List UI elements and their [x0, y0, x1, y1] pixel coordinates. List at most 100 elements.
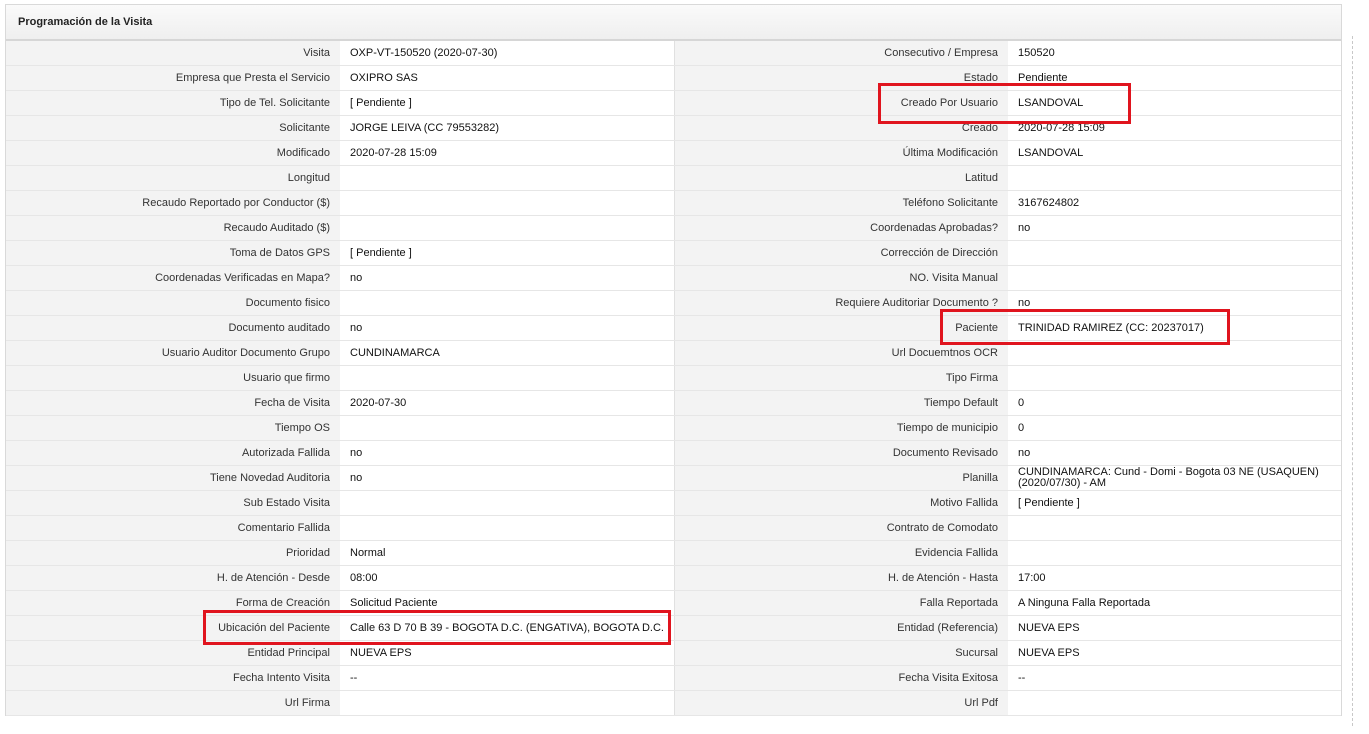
field-label: Contrato de Comodato — [673, 515, 1008, 541]
field-value — [1008, 690, 1341, 716]
highlight-paciente — [940, 309, 1230, 345]
field-value: JORGE LEIVA (CC 79553282) — [340, 115, 674, 141]
field-label: Url Pdf — [673, 690, 1008, 716]
field-label: Fecha Visita Exitosa — [673, 665, 1008, 691]
table-row: Prioridad Normal Evidencia Fallida — [6, 540, 1341, 566]
field-value — [340, 290, 674, 316]
field-label: Teléfono Solicitante — [673, 190, 1008, 216]
field-label: Tiempo OS — [6, 415, 340, 441]
field-label: Recaudo Reportado por Conductor ($) — [6, 190, 340, 216]
field-value: LSANDOVAL — [1008, 140, 1341, 166]
field-value: no — [1008, 215, 1341, 241]
field-value: 2020-07-30 — [340, 390, 674, 416]
field-label: Falla Reportada — [673, 590, 1008, 616]
table-row: H. de Atención - Desde 08:00 H. de Atenció… — [6, 565, 1341, 591]
field-value — [340, 215, 674, 241]
field-value: -- — [340, 665, 674, 691]
field-value: [ Pendiente ] — [340, 240, 674, 266]
field-label: H. de Atención - Desde — [6, 565, 340, 591]
field-value — [340, 490, 674, 516]
table-row: Empresa que Presta el Servicio OXIPRO SAS… — [6, 65, 1341, 91]
field-label: Planilla — [673, 465, 1008, 491]
field-label: Toma de Datos GPS — [6, 240, 340, 266]
field-value: 2020-07-28 15:09 — [340, 140, 674, 166]
field-value — [1008, 365, 1341, 391]
field-label: NO. Visita Manual — [673, 265, 1008, 291]
field-label: Sucursal — [673, 640, 1008, 666]
field-value — [340, 690, 674, 716]
table-row: Visita OXP-VT-150520 (2020-07-30) Consecut… — [6, 41, 1341, 66]
field-value: 0 — [1008, 415, 1341, 441]
field-value: 17:00 — [1008, 565, 1341, 591]
field-value: no — [340, 265, 674, 291]
field-label: Tipo Firma — [673, 365, 1008, 391]
field-value: 3167624802 — [1008, 190, 1341, 216]
field-value: OXP-VT-150520 (2020-07-30) — [340, 41, 674, 66]
field-label: Fecha Intento Visita — [6, 665, 340, 691]
field-label: Solicitante — [6, 115, 340, 141]
table-row: Tipo de Tel. Solicitante[ Pendiente ] Cre… — [6, 90, 1341, 116]
table-row: Solicitante JORGE LEIVA (CC 79553282) Crea… — [6, 115, 1341, 141]
table-row: Recaudo Auditado ($) Coordenadas Aprobada… — [6, 215, 1341, 241]
field-value: -- — [1008, 665, 1341, 691]
table-row: Recaudo Reportado por Conductor ($) Teléf… — [6, 190, 1341, 216]
field-value: NUEVA EPS — [1008, 640, 1341, 666]
table-row: Longitud Latitud — [6, 165, 1341, 191]
highlight-ubicacion-paciente — [203, 610, 671, 645]
field-value: 08:00 — [340, 565, 674, 591]
panel-title: Programación de la Visita — [6, 5, 1341, 41]
field-value: NUEVA EPS — [1008, 615, 1341, 641]
field-value — [340, 190, 674, 216]
field-value — [1008, 265, 1341, 291]
field-value: [ Pendiente ] — [340, 90, 674, 116]
table-row: Sub Estado Visita Motivo Fallida[ Pendien… — [6, 490, 1341, 516]
field-label: Motivo Fallida — [673, 490, 1008, 516]
field-label: Longitud — [6, 165, 340, 191]
field-value — [340, 365, 674, 391]
field-value — [1008, 515, 1341, 541]
field-value — [340, 165, 674, 191]
field-value — [340, 415, 674, 441]
field-label: Visita — [6, 41, 340, 66]
field-label: Evidencia Fallida — [673, 540, 1008, 566]
field-value: no — [340, 465, 674, 491]
field-label: Autorizada Fallida — [6, 440, 340, 466]
field-label: H. de Atención - Hasta — [673, 565, 1008, 591]
table-row: Url Firma Url Pdf — [6, 690, 1341, 716]
table-row: Autorizada Fallida no Documento Revisado … — [6, 440, 1341, 466]
field-label: Recaudo Auditado ($) — [6, 215, 340, 241]
field-label: Corrección de Dirección — [673, 240, 1008, 266]
field-value — [1008, 165, 1341, 191]
field-label: Modificado — [6, 140, 340, 166]
field-value: Normal — [340, 540, 674, 566]
field-value: 150520 — [1008, 41, 1341, 66]
scrollbar-track[interactable] — [1352, 36, 1353, 726]
field-label: Tiempo Default — [673, 390, 1008, 416]
field-value — [340, 515, 674, 541]
field-label: Coordenadas Aprobadas? — [673, 215, 1008, 241]
field-value: OXIPRO SAS — [340, 65, 674, 91]
table-row: Toma de Datos GPS[ Pendiente ] Corrección… — [6, 240, 1341, 266]
field-label: Documento fisico — [6, 290, 340, 316]
field-label: Documento Revisado — [673, 440, 1008, 466]
table-row: Coordenadas Verificadas en Mapa? no NO. V… — [6, 265, 1341, 291]
table-row: Modificado 2020-07-28 15:09 Última Modific… — [6, 140, 1341, 166]
field-label: Fecha de Visita — [6, 390, 340, 416]
table-row: Tiempo OS Tiempo de municipio 0 — [6, 415, 1341, 441]
field-label: Coordenadas Verificadas en Mapa? — [6, 265, 340, 291]
table-row: Tiene Novedad Auditoria no Planilla CUNDIN… — [6, 465, 1341, 491]
field-label: Url Firma — [6, 690, 340, 716]
field-value — [1008, 540, 1341, 566]
field-value — [1008, 240, 1341, 266]
field-label: Latitud — [673, 165, 1008, 191]
field-label: Consecutivo / Empresa — [673, 41, 1008, 66]
field-value: 0 — [1008, 390, 1341, 416]
table-row: Usuario que firmo Tipo Firma — [6, 365, 1341, 391]
field-label: Última Modificación — [673, 140, 1008, 166]
field-value: CUNDINAMARCA: Cund - Domi - Bogota 03 NE… — [1008, 465, 1341, 491]
field-label: Documento auditado — [6, 315, 340, 341]
field-label: Usuario Auditor Documento Grupo — [6, 340, 340, 366]
field-label: Sub Estado Visita — [6, 490, 340, 516]
field-value: no — [340, 440, 674, 466]
field-value: no — [1008, 440, 1341, 466]
